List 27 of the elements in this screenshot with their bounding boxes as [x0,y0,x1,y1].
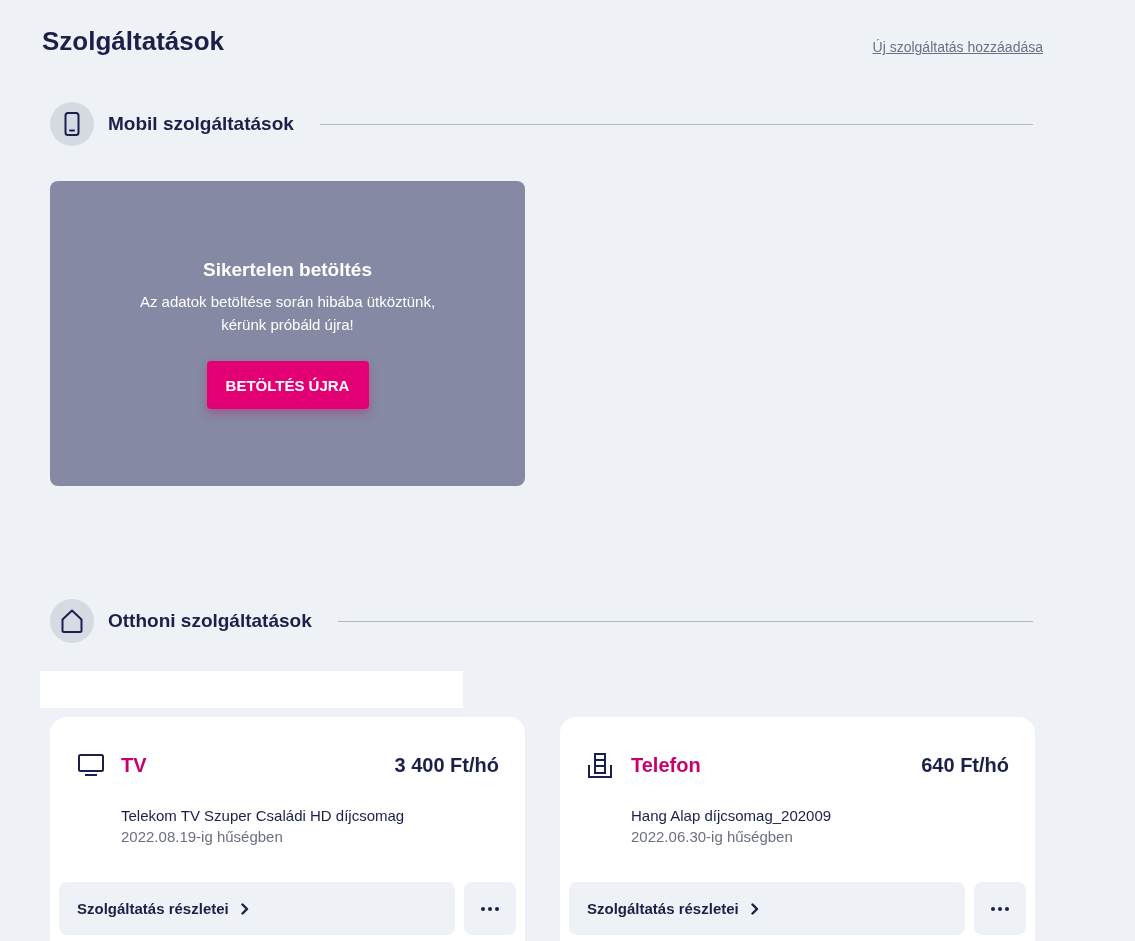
details-button[interactable]: Szolgáltatás részletei [569,882,965,935]
retry-button[interactable]: BETÖLTÉS ÚJRA [206,361,369,409]
error-message: Az adatok betöltése során hibába ütköztünk, kérünk próbáld újra! [138,292,437,335]
commitment-date: 2022.08.19-ig hűségben [121,827,284,847]
smartphone-icon [50,102,94,146]
chevron-right-icon [750,902,759,915]
error-title: Sikertelen betöltés [203,258,372,282]
chevron-right-icon [240,902,249,915]
page-title: Szolgáltatások [42,25,225,58]
house-icon [50,599,94,643]
service-name: Telefon [631,753,701,777]
service-price: 640 Ft/hó [921,753,1009,777]
plan-name: Telekom TV Szuper Családi HD díjcsomag [121,806,406,826]
service-name: TV [121,753,147,777]
section-title: Mobil szolgáltatások [108,112,294,136]
service-price: 3 400 Ft/hó [394,753,499,777]
details-button[interactable]: Szolgáltatás részletei [59,882,455,935]
more-dots-icon [481,906,499,911]
cordless-phone-icon [588,752,612,778]
commitment-date: 2022.06.30-ig hűségben [631,827,794,847]
add-service-link[interactable]: Új szolgáltatás hozzáadása [872,37,1043,57]
more-button[interactable] [464,882,516,935]
more-button[interactable] [974,882,1026,935]
monitor-icon [78,754,104,776]
section-title: Otthoni szolgáltatások [108,609,312,633]
plan-name: Hang Alap díjcsomag_202009 [631,806,833,826]
more-dots-icon [991,906,1009,911]
